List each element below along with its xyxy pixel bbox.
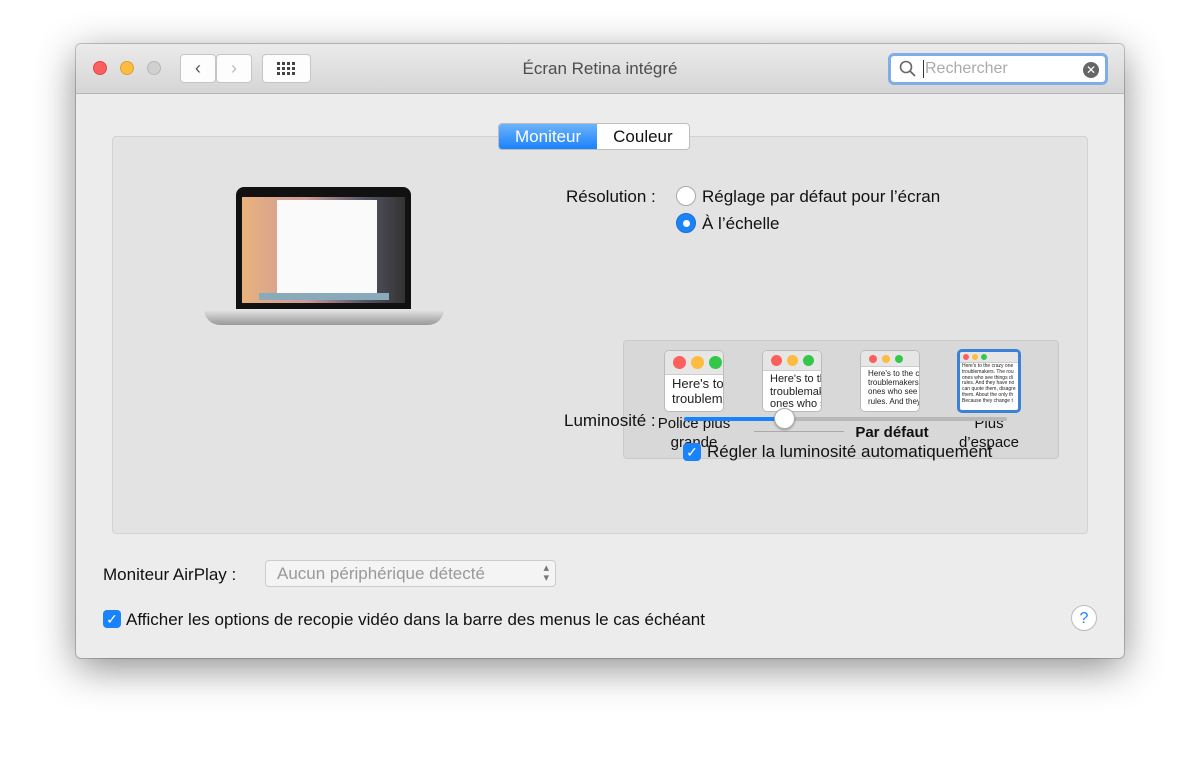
search-field[interactable]: Rechercher ✕ xyxy=(888,53,1108,85)
tab-monitor[interactable]: Moniteur xyxy=(499,124,598,149)
mirror-options-label[interactable]: Afficher les options de recopie vidéo da… xyxy=(126,610,705,630)
macbook-image xyxy=(204,187,444,332)
scaling-label-default: Par défaut xyxy=(855,424,929,441)
radio-scaled[interactable] xyxy=(676,213,696,233)
auto-brightness-label[interactable]: Régler la luminosité automatiquement xyxy=(707,442,992,462)
scaling-option-larger-text[interactable]: Here's to troublem xyxy=(664,350,724,412)
scaling-option-default[interactable]: Here's to the cr troublemakers. ones who s… xyxy=(860,350,920,412)
radio-default-resolution[interactable] xyxy=(676,186,696,206)
scaling-option-2[interactable]: Here's to th troublemak ones who s xyxy=(762,350,822,412)
brightness-slider[interactable] xyxy=(684,408,1007,429)
resolution-label: Résolution : xyxy=(566,187,656,206)
scaling-divider xyxy=(754,431,844,432)
title-bar: ‹ › Écran Retina intégré Rechercher ✕ xyxy=(76,44,1124,94)
search-input[interactable]: Rechercher xyxy=(923,60,1008,78)
tab-color[interactable]: Couleur xyxy=(597,124,689,149)
search-icon xyxy=(899,60,916,77)
default-resolution-label[interactable]: Réglage par défaut pour l’écran xyxy=(702,187,940,207)
scaling-option-more-space[interactable]: Here's to the crazy one troublemakers. Th… xyxy=(957,349,1021,413)
help-button[interactable]: ? xyxy=(1071,605,1097,631)
brightness-slider-knob[interactable] xyxy=(774,408,796,429)
airplay-label: Moniteur AirPlay : xyxy=(103,565,237,584)
clear-search-icon[interactable]: ✕ xyxy=(1083,62,1099,78)
brightness-label: Luminosité : xyxy=(564,411,656,430)
monitor-panel: Résolution : Réglage par défaut pour l’é… xyxy=(112,136,1088,534)
scaled-label[interactable]: À l’échelle xyxy=(702,214,780,234)
auto-brightness-checkbox[interactable]: ✓ xyxy=(683,443,701,461)
window: ‹ › Écran Retina intégré Rechercher ✕ Ré… xyxy=(76,44,1124,658)
updown-chevron-icon: ▴ ▾ xyxy=(543,562,549,584)
airplay-select[interactable]: Aucun périphérique détecté ▴ ▾ xyxy=(265,560,556,587)
airplay-select-value: Aucun périphérique détecté xyxy=(277,564,485,583)
tab-bar: Moniteur Couleur xyxy=(498,123,690,150)
mirror-options-checkbox[interactable]: ✓ xyxy=(103,610,121,628)
